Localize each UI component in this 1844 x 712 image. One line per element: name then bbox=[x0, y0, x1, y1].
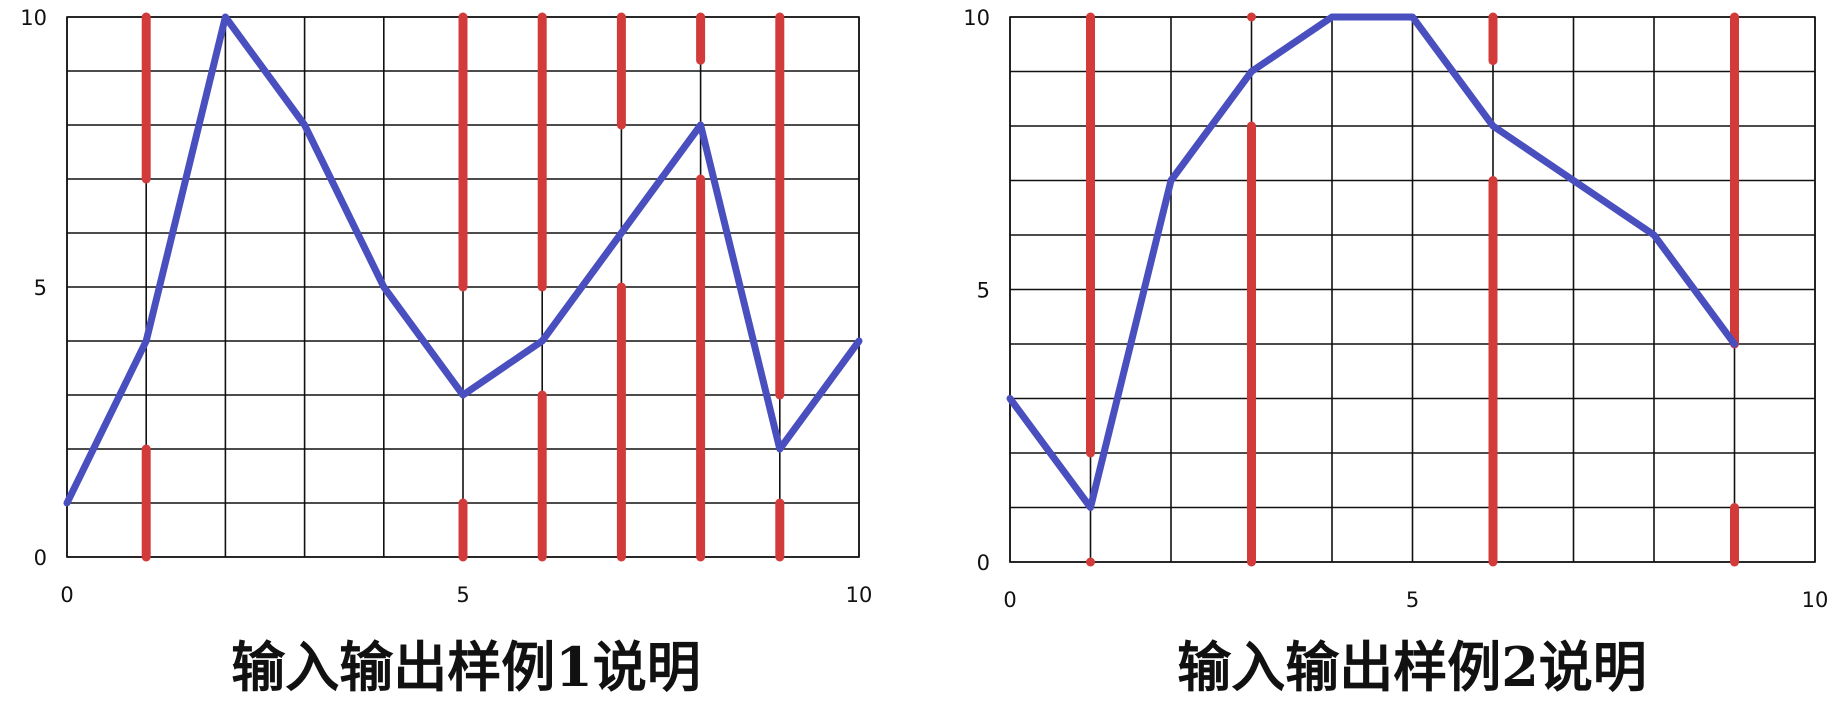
chart-2-x-tick-label: 0 bbox=[1003, 588, 1016, 612]
chart-2-x-tick-label: 5 bbox=[1406, 588, 1419, 612]
chart-2-y-tick-label: 5 bbox=[977, 279, 990, 303]
chart-2-x-tick-label: 10 bbox=[1802, 588, 1829, 612]
chart-1-x-tick-labels: 0 5 10 bbox=[60, 583, 872, 607]
chart-1-x-tick-label: 10 bbox=[846, 583, 873, 607]
chart-2-x-tick-labels: 0 5 10 bbox=[1003, 588, 1828, 612]
chart-1-y-tick-label: 0 bbox=[34, 546, 47, 570]
chart-2-series-line bbox=[1006, 13, 1738, 511]
figure: 0 5 10 0 5 10 输入输出样例1说明 0 5 10 0 5 10 输入输出样例2说明 bbox=[20, 6, 1828, 699]
chart-2-caption: 输入输出样例2说明 bbox=[1177, 635, 1647, 699]
chart-2-y-tick-label: 10 bbox=[963, 6, 990, 30]
chart-sample-2: 0 5 10 0 5 10 输入输出样例2说明 bbox=[963, 6, 1828, 699]
chart-1-caption: 输入输出样例1说明 bbox=[231, 635, 701, 699]
chart-2-y-tick-label: 0 bbox=[977, 551, 990, 575]
chart-2-y-tick-labels: 0 5 10 bbox=[963, 6, 990, 575]
chart-sample-1: 0 5 10 0 5 10 输入输出样例1说明 bbox=[20, 6, 872, 699]
chart-1-y-tick-label: 10 bbox=[20, 6, 47, 30]
chart-1-x-tick-label: 5 bbox=[456, 583, 469, 607]
chart-1-y-tick-label: 5 bbox=[34, 276, 47, 300]
chart-1-y-tick-labels: 0 5 10 bbox=[20, 6, 47, 570]
chart-1-x-tick-label: 0 bbox=[60, 583, 73, 607]
